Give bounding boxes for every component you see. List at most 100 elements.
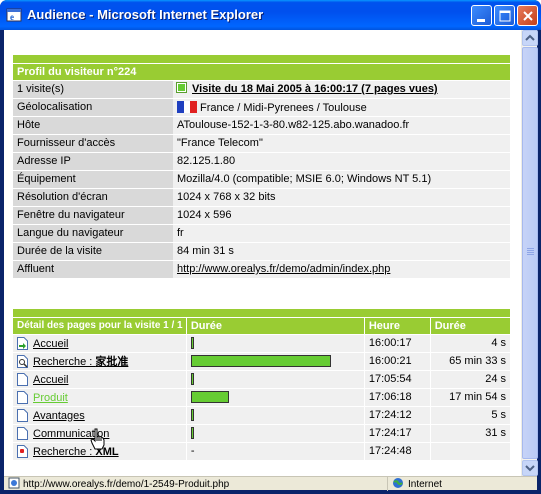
visitor-field-label: Langue du navigateur xyxy=(13,224,173,243)
page-icon xyxy=(17,372,28,386)
scroll-down-button[interactable] xyxy=(522,460,538,476)
visit-bullet-icon xyxy=(176,82,187,93)
page-duration: 24 s xyxy=(429,370,510,389)
page-row: Accueil 16:00:17 4 s xyxy=(13,334,510,353)
maximize-icon xyxy=(499,10,511,22)
visit-link[interactable]: Visite du 18 Mai 2005 à 16:00:17 (7 page… xyxy=(192,83,438,95)
page-link[interactable]: Accueil xyxy=(33,374,68,386)
page-time: 16:00:21 xyxy=(363,352,431,371)
geolocation-value: France / Midi-Pyrenees / Toulouse xyxy=(200,101,367,114)
browser-window: e Audience - Microsoft Internet Explorer… xyxy=(0,0,541,494)
minimize-button[interactable] xyxy=(471,5,492,26)
page-icon xyxy=(17,426,28,440)
ie-page-icon xyxy=(8,477,20,489)
page-row: Avantages 17:24:12 5 s xyxy=(13,406,510,425)
page-duration xyxy=(429,442,510,461)
page-content: Profil du visiteur n°224 1 visite(s) Visi… xyxy=(4,30,521,476)
page-duration: 31 s xyxy=(429,424,510,443)
status-bar: http://www.orealys.fr/demo/1-2549-Produi… xyxy=(4,476,537,491)
page-link-prefix: Recherche : xyxy=(33,356,96,368)
pages-header-duration-bar: Durée xyxy=(185,317,365,335)
pages-detail-table: Détail des pages pour la visite 1 / 1 Du… xyxy=(13,309,510,461)
visitor-profile-table: Profil du visiteur n°224 1 visite(s) Visi… xyxy=(13,55,510,279)
visitor-field-value: 84 min 31 s xyxy=(173,242,510,261)
page-link[interactable]: Recherche : 家批准 xyxy=(33,356,128,368)
page-time: 17:24:17 xyxy=(363,424,431,443)
visitor-field-value: "France Telecom" xyxy=(173,134,510,153)
page-icon xyxy=(17,390,28,404)
page-link[interactable]: Accueil xyxy=(33,338,68,350)
vertical-scrollbar[interactable] xyxy=(521,30,538,476)
visitor-field-label: Fournisseur d'accès xyxy=(13,134,173,153)
visitor-field-value: 82.125.1.80 xyxy=(173,152,510,171)
scroll-thumb[interactable] xyxy=(522,47,538,459)
page-duration: 17 min 54 s xyxy=(429,388,510,407)
browser-frame: Profil du visiteur n°224 1 visite(s) Visi… xyxy=(4,30,538,491)
duration-bar xyxy=(190,355,331,368)
visitor-field-label: Affluent xyxy=(13,260,173,279)
page-time: 16:00:17 xyxy=(363,334,431,353)
page-link[interactable]: Produit xyxy=(33,392,68,404)
duration-bar xyxy=(190,373,194,386)
duration-bar xyxy=(190,337,194,350)
hand-cursor-icon xyxy=(90,428,105,450)
page-exit-icon xyxy=(17,444,28,458)
scroll-up-button[interactable] xyxy=(522,30,538,46)
internet-explorer-icon: e xyxy=(6,8,22,22)
visitor-field-label: Hôte xyxy=(13,116,173,135)
visitor-row: Hôte AToulouse-152-1-3-80.w82-125.abo.wan… xyxy=(13,116,510,135)
page-duration: 5 s xyxy=(429,406,510,425)
visitor-field-value: fr xyxy=(173,224,510,243)
visitor-field-value: AToulouse-152-1-3-80.w82-125.abo.wanadoo… xyxy=(173,116,510,135)
visitor-row: Géolocalisation France / Midi-Pyrenees / … xyxy=(13,98,510,117)
chevron-down-icon xyxy=(525,465,535,472)
page-time: 17:06:18 xyxy=(363,388,431,407)
minimize-icon xyxy=(477,19,485,22)
visitor-field-label: Adresse IP xyxy=(13,152,173,171)
visitor-row: Adresse IP 82.125.1.80 xyxy=(13,152,510,171)
pages-header-duration: Durée xyxy=(429,317,510,335)
globe-icon xyxy=(393,478,403,488)
visitor-row: Équipement Mozilla/4.0 (compatible; MSIE … xyxy=(13,170,510,189)
page-row: Accueil 17:05:54 24 s xyxy=(13,370,510,389)
visitor-row: Fenêtre du navigateur 1024 x 596 xyxy=(13,206,510,225)
visitor-field-value: 1024 x 768 x 32 bits xyxy=(173,188,510,207)
page-link[interactable]: Avantages xyxy=(33,410,85,422)
visitor-row: Langue du navigateur fr xyxy=(13,224,510,243)
visitor-row: 1 visite(s) Visite du 18 Mai 2005 à 16:00… xyxy=(13,80,510,99)
page-time: 17:24:12 xyxy=(363,406,431,425)
status-zone-text: Internet xyxy=(408,479,442,490)
page-icon xyxy=(17,408,28,422)
window-title: Audience - Microsoft Internet Explorer xyxy=(27,7,264,22)
duration-bar xyxy=(190,409,194,422)
visitor-field-value: 1024 x 596 xyxy=(173,206,510,225)
page-duration: 65 min 33 s xyxy=(429,352,510,371)
page-row: Communication 17:24:17 31 s xyxy=(13,424,510,443)
visitor-row: Résolution d'écran 1024 x 768 x 32 bits xyxy=(13,188,510,207)
visitor-row: Fournisseur d'accès "France Telecom" xyxy=(13,134,510,153)
visitor-field-label: Résolution d'écran xyxy=(13,188,173,207)
page-link-prefix: Recherche : xyxy=(33,445,96,458)
visitor-row: Durée de la visite 84 min 31 s xyxy=(13,242,510,261)
page-row: Recherche : XML -17:24:48 xyxy=(13,442,510,461)
maximize-button[interactable] xyxy=(494,5,515,26)
page-time: 17:05:54 xyxy=(363,370,431,389)
close-button[interactable] xyxy=(517,5,538,26)
page-enter-icon xyxy=(17,336,28,350)
france-flag-icon xyxy=(177,100,197,113)
visitor-field-label: Géolocalisation xyxy=(13,98,173,117)
svg-text:e: e xyxy=(10,12,14,22)
referrer-link[interactable]: http://www.orealys.fr/demo/admin/index.p… xyxy=(177,263,390,275)
visitor-field-label: Durée de la visite xyxy=(13,242,173,261)
duration-bar-empty: - xyxy=(190,445,195,457)
title-bar[interactable]: e Audience - Microsoft Internet Explorer xyxy=(0,0,541,30)
page-duration: 4 s xyxy=(429,334,510,353)
visitor-field-label: Fenêtre du navigateur xyxy=(13,206,173,225)
close-icon xyxy=(523,11,533,21)
visitor-row: Affluent http://www.orealys.fr/demo/admin… xyxy=(13,260,510,279)
visitor-field-label: Équipement xyxy=(13,170,173,189)
pages-header-time: Heure xyxy=(363,317,431,335)
status-url-text: http://www.orealys.fr/demo/1-2549-Produi… xyxy=(23,479,230,490)
visitor-profile-header: Profil du visiteur n°224 xyxy=(13,63,173,81)
chevron-up-icon xyxy=(525,34,535,41)
